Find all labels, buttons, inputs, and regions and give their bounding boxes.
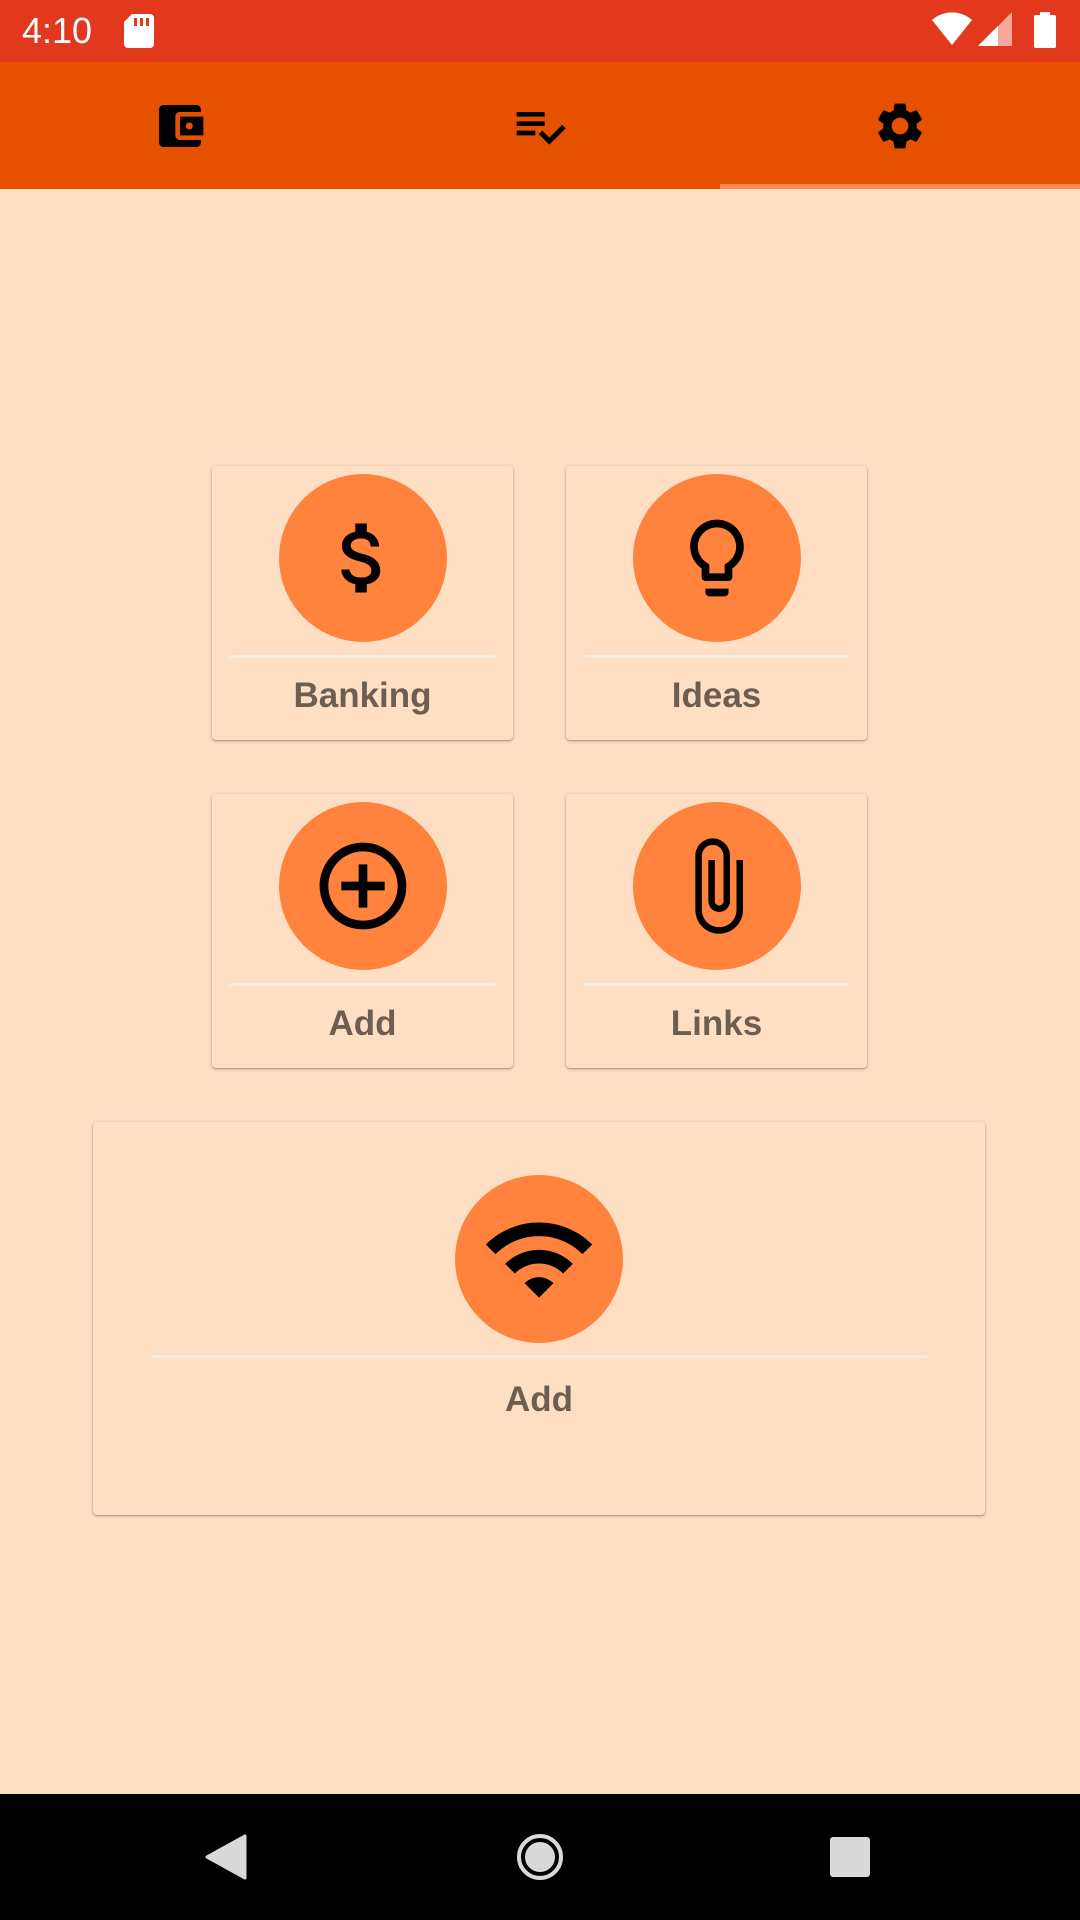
ideas-label: Ideas	[671, 676, 762, 715]
checklist-icon	[516, 111, 566, 145]
lightbulb-icon	[690, 519, 744, 597]
add-circle-icon	[319, 842, 407, 930]
card-divider	[230, 655, 495, 658]
tab-bar	[0, 62, 1080, 189]
wifi-icon	[932, 12, 972, 45]
card-divider	[151, 1355, 927, 1358]
add-icon-circle	[279, 802, 447, 970]
navigation-bar	[0, 1794, 1080, 1920]
card-divider	[584, 655, 849, 658]
add-label: Add	[328, 1004, 397, 1043]
ideas-card[interactable]: Ideas	[566, 466, 867, 740]
status-bar: 4:10	[0, 0, 1080, 62]
card-divider	[584, 983, 849, 986]
wallet-icon	[159, 104, 204, 147]
recents-icon	[830, 1837, 870, 1877]
wifi-add-label: Add	[504, 1380, 574, 1419]
home-icon	[517, 1834, 563, 1880]
signal-icon	[978, 12, 1012, 46]
banking-label: Banking	[293, 676, 432, 715]
content-area: Banking Ideas Add Links Add	[0, 189, 1080, 1794]
tab-wallet[interactable]	[0, 62, 360, 189]
paperclip-icon	[695, 838, 743, 934]
add-card[interactable]: Add	[212, 794, 513, 1068]
recents-button[interactable]	[805, 1794, 895, 1920]
card-divider	[230, 983, 495, 986]
banking-card[interactable]: Banking	[212, 466, 513, 740]
battery-icon	[1034, 12, 1056, 48]
links-label: Links	[670, 1004, 763, 1043]
home-button[interactable]	[495, 1794, 585, 1920]
tab-checklist[interactable]	[360, 62, 720, 189]
links-card[interactable]: Links	[566, 794, 867, 1068]
wifi-icon-circle	[455, 1175, 623, 1343]
dollar-icon	[341, 523, 381, 593]
back-button[interactable]	[180, 1794, 270, 1920]
sd-card-icon	[124, 14, 154, 48]
tab-settings[interactable]	[720, 62, 1080, 189]
wifi-add-card[interactable]: Add	[93, 1122, 985, 1515]
status-time: 4:10	[22, 10, 93, 51]
banking-icon-circle	[279, 474, 447, 642]
wifi-icon	[485, 1222, 593, 1298]
status-icons	[932, 12, 1062, 50]
gear-icon	[878, 103, 922, 148]
links-icon-circle	[633, 802, 801, 970]
back-icon	[205, 1834, 247, 1880]
ideas-icon-circle	[633, 474, 801, 642]
